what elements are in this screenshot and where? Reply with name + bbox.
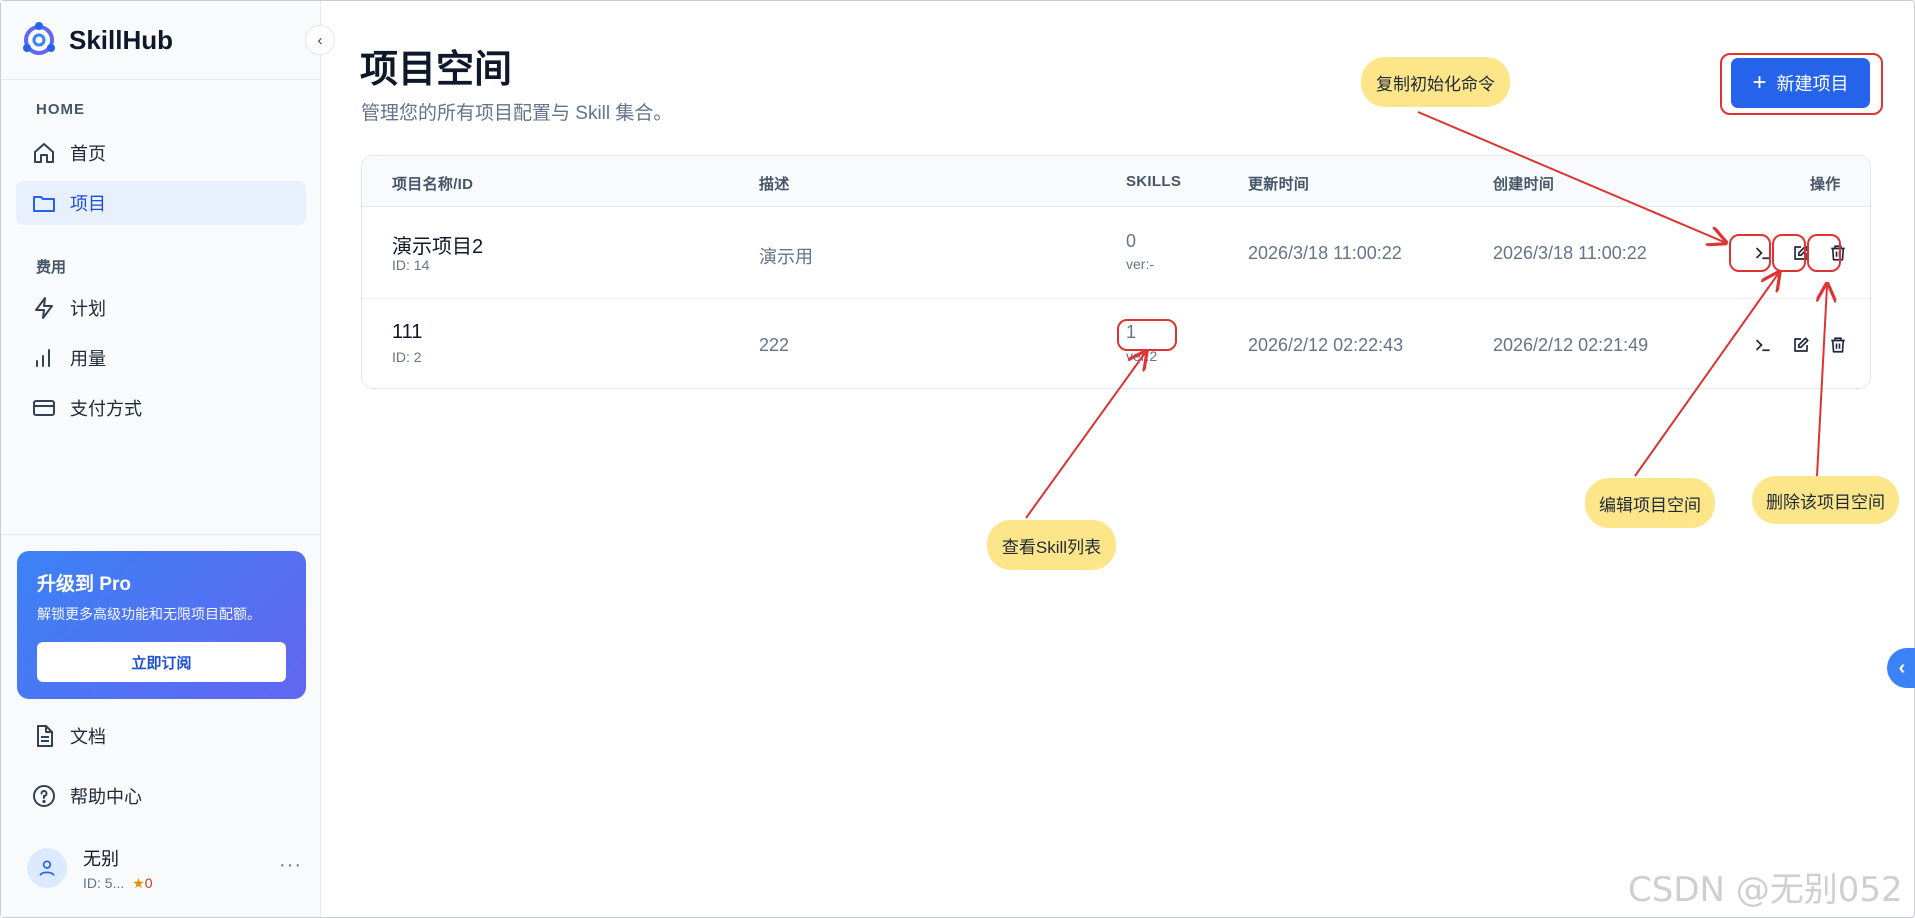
highlight-copy-command bbox=[1729, 234, 1771, 272]
home-icon bbox=[34, 143, 54, 163]
chevron-left-icon: ‹ bbox=[1898, 656, 1906, 679]
user-points: ★0 bbox=[132, 875, 152, 892]
user-meta: ID: 5... ★0 bbox=[83, 875, 153, 892]
nav-label: 文档 bbox=[70, 727, 106, 747]
nav-item-plan[interactable]: 计划 bbox=[16, 286, 306, 330]
nav-label: 计划 bbox=[70, 299, 106, 319]
page-title: 项目空间 bbox=[360, 49, 513, 91]
avatar bbox=[27, 848, 67, 888]
created-time: 2026/3/18 11:00:22 bbox=[1493, 243, 1647, 263]
created-time: 2026/2/12 02:21:49 bbox=[1493, 335, 1649, 355]
brand[interactable]: SkillHub bbox=[21, 19, 173, 61]
col-skills: SKILLS bbox=[1126, 173, 1182, 190]
divider bbox=[1, 534, 321, 535]
callout-copy-init: 复制初始化命令 bbox=[1361, 57, 1510, 107]
credit-card-icon bbox=[33, 400, 55, 416]
col-name: 项目名称/ID bbox=[392, 176, 474, 193]
subscribe-button[interactable]: 立即订阅 bbox=[37, 642, 286, 682]
user-id: ID: 5... bbox=[83, 875, 125, 891]
folder-icon bbox=[33, 196, 55, 212]
highlight-edit bbox=[1772, 234, 1806, 272]
col-description: 描述 bbox=[759, 176, 790, 193]
section-label-home: HOME bbox=[36, 101, 85, 118]
pro-description: 解锁更多高级功能和无限项目配额。 bbox=[37, 606, 261, 622]
updated-time: 2026/3/18 11:00:22 bbox=[1248, 243, 1402, 263]
skillhub-logo-icon bbox=[23, 22, 55, 55]
delete-project-button[interactable] bbox=[1825, 332, 1851, 358]
nav-item-docs[interactable]: 文档 bbox=[16, 714, 306, 758]
table-row: 演示项目2 ID: 14 演示用 0 ver:- 2026/3/18 11:00… bbox=[362, 207, 1870, 298]
nav-label: 帮助中心 bbox=[70, 787, 142, 807]
star-icon: ★ bbox=[132, 874, 145, 891]
project-name: 111 bbox=[392, 321, 423, 343]
nav-item-usage[interactable]: 用量 bbox=[16, 336, 306, 380]
highlight-delete bbox=[1807, 234, 1841, 272]
nav-item-help[interactable]: 帮助中心 bbox=[16, 774, 306, 818]
trash-icon bbox=[1831, 337, 1845, 353]
user-icon bbox=[39, 860, 55, 876]
terminal-icon bbox=[1756, 339, 1770, 352]
project-description: 222 bbox=[759, 335, 790, 355]
project-id: ID: 14 bbox=[392, 257, 430, 273]
watermark: CSDN @无别052 bbox=[1628, 870, 1903, 910]
divider bbox=[1, 79, 321, 80]
nav-item-home[interactable]: 首页 bbox=[16, 131, 306, 175]
nav-label: 支付方式 bbox=[70, 399, 142, 419]
chevron-left-icon: ‹ bbox=[317, 31, 323, 49]
nav-item-projects[interactable]: 项目 bbox=[16, 181, 306, 225]
document-icon bbox=[37, 725, 53, 747]
table-header: 项目名称/ID 描述 SKILLS 更新时间 创建时间 操作 bbox=[362, 156, 1870, 207]
collapse-sidebar-button[interactable]: ‹ bbox=[305, 25, 335, 55]
lightning-icon bbox=[35, 297, 53, 319]
sidebar: SkillHub HOME 首页 项目 费用 计划 用量 支付方式 升级到 Pr… bbox=[1, 1, 321, 917]
project-description: 演示用 bbox=[759, 247, 813, 267]
more-options-icon[interactable]: ··· bbox=[279, 854, 302, 877]
upgrade-pro-card: 升级到 Pro 解锁更多高级功能和无限项目配额。 立即订阅 bbox=[17, 551, 306, 699]
callout-edit-project: 编辑项目空间 bbox=[1585, 478, 1715, 528]
edit-icon bbox=[1794, 337, 1809, 352]
user-profile[interactable]: 无别 ID: 5... ★0 ··· bbox=[27, 845, 302, 892]
user-name: 无别 bbox=[83, 848, 119, 869]
table-row: 111 ID: 2 222 1 ver:2 2026/2/12 02:22:43… bbox=[362, 298, 1870, 388]
help-circle-icon bbox=[33, 785, 55, 807]
copy-init-command-button[interactable] bbox=[1750, 332, 1776, 358]
callout-view-skills: 查看Skill列表 bbox=[987, 520, 1116, 570]
pro-title: 升级到 Pro bbox=[37, 574, 131, 595]
section-label-billing: 费用 bbox=[36, 259, 67, 276]
bar-chart-icon bbox=[36, 349, 50, 367]
skills-version: ver:- bbox=[1126, 256, 1154, 272]
user-info: 无别 ID: 5... ★0 bbox=[83, 845, 153, 892]
brand-name: SkillHub bbox=[69, 24, 174, 55]
projects-table: 项目名称/ID 描述 SKILLS 更新时间 创建时间 操作 演示项目2 ID:… bbox=[361, 155, 1871, 389]
highlight-skills bbox=[1117, 319, 1177, 351]
edit-project-button[interactable] bbox=[1788, 332, 1814, 358]
col-created: 创建时间 bbox=[1493, 176, 1555, 193]
nav-label: 项目 bbox=[70, 194, 106, 214]
project-name: 演示项目2 bbox=[392, 236, 484, 258]
page-subtitle: 管理您的所有项目配置与 Skill 集合。 bbox=[361, 103, 673, 124]
skills-count[interactable]: 0 bbox=[1126, 231, 1136, 252]
nav-label: 首页 bbox=[70, 144, 106, 164]
highlight-new-project bbox=[1720, 53, 1883, 115]
updated-time: 2026/2/12 02:22:43 bbox=[1248, 335, 1404, 355]
user-points-value: 0 bbox=[144, 874, 153, 891]
col-actions: 操作 bbox=[1810, 176, 1841, 193]
nav-item-payment[interactable]: 支付方式 bbox=[16, 386, 306, 430]
nav-label: 用量 bbox=[70, 349, 106, 369]
col-updated: 更新时间 bbox=[1248, 176, 1310, 193]
project-id: ID: 2 bbox=[392, 349, 422, 365]
callout-delete-project: 删除该项目空间 bbox=[1752, 476, 1899, 524]
